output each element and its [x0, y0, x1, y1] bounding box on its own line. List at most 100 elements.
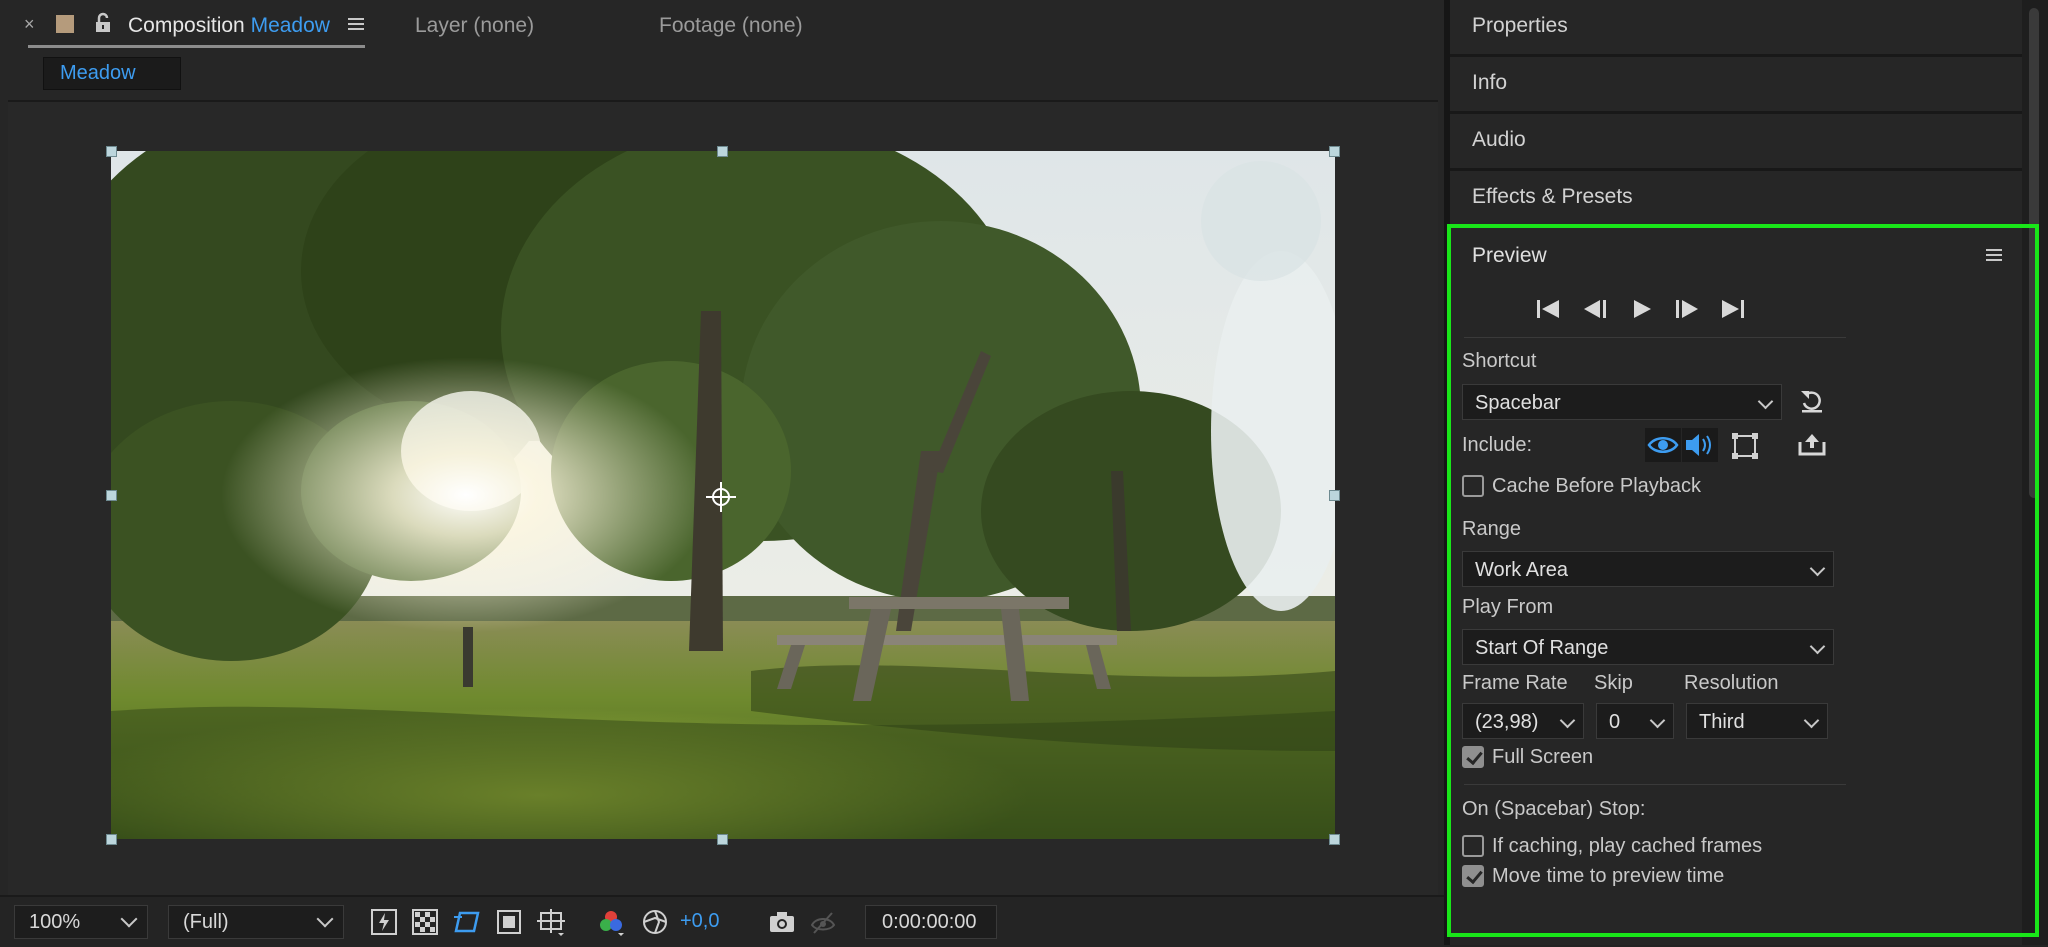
hamburger-menu-icon[interactable]	[348, 17, 364, 31]
range-label: Range	[1462, 518, 1521, 540]
transform-handle-bottom-left[interactable]	[106, 834, 117, 845]
right-panel-stack: Properties Info Audio Effects & Presets …	[1450, 0, 2048, 945]
shortcut-label: Shortcut	[1462, 350, 1537, 372]
anchor-point-icon[interactable]	[704, 480, 738, 514]
hamburger-menu-icon[interactable]	[1986, 248, 2002, 262]
move-time-checkbox[interactable]	[1462, 865, 1484, 887]
panel-effects-presets[interactable]: Effects & Presets	[1450, 171, 2022, 228]
scrollbar-thumb[interactable]	[2029, 8, 2039, 498]
last-frame-icon[interactable]	[1720, 297, 1746, 321]
channel-rgb-icon[interactable]	[596, 907, 626, 937]
reset-shortcut-icon[interactable]	[1798, 387, 1826, 415]
next-frame-icon[interactable]	[1674, 297, 1700, 321]
include-overlays-icon[interactable]	[1730, 431, 1760, 461]
preview-panel: Preview Shortcut Spacebar Include: Cache…	[1450, 223, 2022, 945]
tab-composition-prefix: Composition	[128, 14, 245, 37]
skip-value: 0	[1609, 711, 1621, 733]
transparency-grid-icon[interactable]	[410, 907, 440, 937]
viewer-toolbar: 100% (Full) +0,0 0:00:00:00	[0, 895, 1444, 947]
chevron-down-icon	[1803, 712, 1820, 729]
transform-handle-top-right[interactable]	[1329, 146, 1340, 157]
resolution-dropdown[interactable]: (Full)	[168, 905, 344, 939]
move-time-label: Move time to preview time	[1492, 865, 1725, 887]
close-tab-icon[interactable]: ×	[24, 14, 35, 35]
chevron-down-icon	[316, 910, 334, 928]
include-audio-icon[interactable]	[1682, 428, 1718, 462]
shortcut-dropdown[interactable]: Spacebar	[1462, 384, 1782, 420]
shortcut-value: Spacebar	[1475, 392, 1561, 414]
reset-exposure-icon[interactable]	[640, 907, 670, 937]
panel-info-label: Info	[1472, 71, 1508, 94]
transform-handle-bottom-right[interactable]	[1329, 834, 1340, 845]
grid-guide-options-icon[interactable]	[536, 907, 566, 937]
chevron-down-icon	[1649, 712, 1666, 729]
on-stop-label: On (Spacebar) Stop:	[1462, 798, 1646, 820]
include-label: Include:	[1462, 434, 1533, 456]
preview-resolution-value: Third	[1699, 711, 1745, 733]
previous-frame-icon[interactable]	[1582, 297, 1608, 321]
panel-audio[interactable]: Audio	[1450, 114, 2022, 171]
external-video-icon[interactable]	[1798, 432, 1826, 458]
panel-audio-label: Audio	[1472, 128, 1526, 151]
region-of-interest-icon[interactable]	[494, 907, 524, 937]
skip-dropdown[interactable]: 0	[1596, 703, 1674, 739]
exposure-value[interactable]: +0,0	[680, 910, 719, 933]
transform-handle-top-left[interactable]	[106, 146, 117, 157]
current-time-display[interactable]: 0:00:00:00	[865, 905, 997, 939]
full-screen-label: Full Screen	[1492, 746, 1594, 768]
separator	[1464, 784, 1846, 785]
play-from-dropdown[interactable]: Start Of Range	[1462, 629, 1834, 665]
if-caching-checkbox[interactable]	[1462, 835, 1484, 857]
range-dropdown[interactable]: Work Area	[1462, 551, 1834, 587]
panel-info[interactable]: Info	[1450, 57, 2022, 114]
lock-icon[interactable]	[92, 12, 114, 34]
tab-composition-name: Meadow	[250, 14, 330, 37]
resolution-label: Resolution	[1684, 672, 1779, 694]
chevron-down-icon	[1757, 393, 1774, 410]
include-video-icon[interactable]	[1645, 428, 1681, 462]
play-from-value: Start Of Range	[1475, 637, 1609, 659]
composition-breadcrumb[interactable]: Meadow	[43, 57, 181, 90]
preview-panel-title: Preview	[1472, 244, 1547, 267]
panel-properties[interactable]: Properties	[1450, 0, 2022, 57]
show-snapshot-icon[interactable]	[808, 907, 838, 937]
label-color-swatch	[56, 15, 74, 33]
cache-before-playback-checkbox[interactable]	[1462, 475, 1484, 497]
tab-composition[interactable]: Composition Meadow	[128, 14, 330, 38]
preview-resolution-dropdown[interactable]: Third	[1686, 703, 1828, 739]
transform-handle-left[interactable]	[106, 490, 117, 501]
frame-rate-dropdown[interactable]: (23,98)	[1462, 703, 1584, 739]
tab-layer[interactable]: Layer (none)	[415, 14, 534, 38]
snapshot-camera-icon[interactable]	[767, 907, 797, 937]
magnification-value: 100%	[29, 911, 81, 933]
tab-footage[interactable]: Footage (none)	[659, 14, 803, 38]
resolution-value: (Full)	[183, 911, 229, 933]
cache-before-playback-label: Cache Before Playback	[1492, 475, 1702, 497]
panel-tab-bar: × Composition Meadow Layer (none) Footag…	[0, 0, 1444, 52]
skip-label: Skip	[1594, 672, 1633, 694]
if-caching-label: If caching, play cached frames	[1492, 835, 1763, 857]
chevron-down-icon	[120, 910, 138, 928]
full-screen-checkbox[interactable]	[1462, 746, 1484, 768]
play-from-label: Play From	[1462, 596, 1554, 618]
composition-panel: × Composition Meadow Layer (none) Footag…	[0, 0, 1444, 947]
first-frame-icon[interactable]	[1535, 297, 1561, 321]
fast-previews-icon[interactable]	[369, 907, 399, 937]
chevron-down-icon	[1809, 560, 1826, 577]
range-value: Work Area	[1475, 559, 1568, 581]
panel-properties-label: Properties	[1472, 14, 1568, 37]
chevron-down-icon	[1809, 638, 1826, 655]
magnification-dropdown[interactable]: 100%	[14, 905, 148, 939]
active-tab-indicator	[28, 45, 365, 48]
frame-rate-label: Frame Rate	[1462, 672, 1568, 694]
panel-scrollbar[interactable]	[2026, 0, 2046, 945]
frame-rate-value: (23,98)	[1475, 711, 1539, 733]
mask-path-visibility-icon[interactable]	[452, 907, 482, 937]
transform-handle-bottom[interactable]	[717, 834, 728, 845]
separator	[1464, 337, 1846, 338]
chevron-down-icon	[1559, 712, 1576, 729]
transform-handle-top[interactable]	[717, 146, 728, 157]
transform-handle-right[interactable]	[1329, 490, 1340, 501]
panel-effects-presets-label: Effects & Presets	[1472, 185, 1633, 208]
play-icon[interactable]	[1630, 297, 1654, 321]
